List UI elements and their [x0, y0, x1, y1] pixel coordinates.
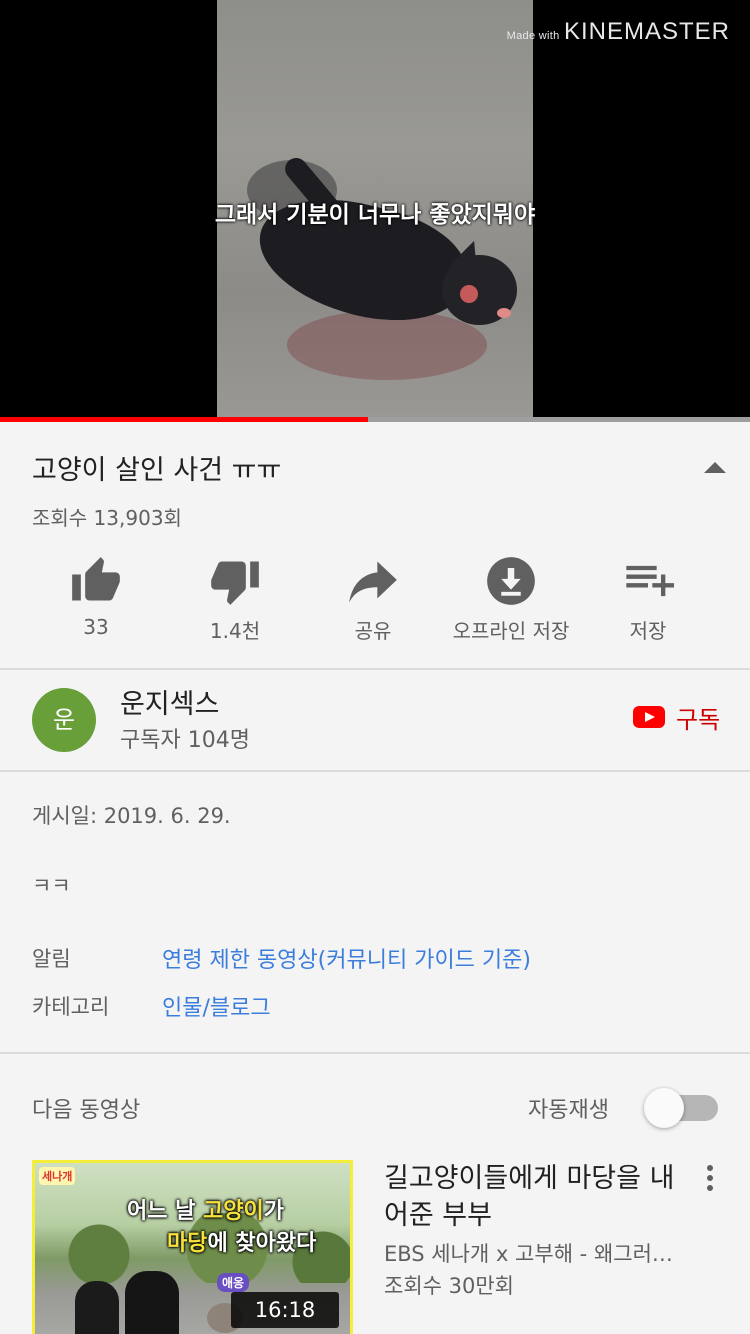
subscribe-label: 구독: [676, 705, 721, 734]
next-video-views: 조회수 30만회: [384, 1274, 514, 1298]
thumb-caption-highlight: 고양이: [203, 1199, 264, 1224]
like-button[interactable]: 33: [26, 555, 166, 639]
thumb-caption-highlight: 마당: [167, 1231, 208, 1256]
autoplay-label: 자동재생: [528, 1098, 609, 1123]
divider: [0, 668, 750, 670]
like-count: 33: [83, 615, 109, 639]
category-link[interactable]: 인물/블로그: [162, 990, 271, 1022]
channel-avatar[interactable]: 운: [32, 688, 96, 752]
dislike-count: 1.4천: [209, 619, 261, 643]
thumb-caption-part: 에 찾아왔다: [207, 1231, 317, 1256]
thumb-caption-line2: 마당에 찾아왔다: [167, 1225, 316, 1257]
kinemaster-watermark: Made with KINEMASTER: [507, 18, 730, 46]
collapse-chevron-icon[interactable]: [704, 462, 726, 473]
video-player[interactable]: Made with KINEMASTER 그래서 기분이 너무나 좋았지뭐야: [0, 0, 750, 422]
published-date: 게시일: 2019. 6. 29.: [32, 804, 231, 828]
show-logo: 세나개: [39, 1167, 76, 1185]
subscriber-count: 구독자 104명: [120, 728, 250, 753]
cat-mouth: [497, 308, 511, 318]
share-button[interactable]: 공유: [303, 555, 443, 644]
thumb-person: [75, 1281, 119, 1334]
watermark-prefix: Made with: [506, 30, 560, 42]
dislike-button[interactable]: 1.4천: [165, 555, 305, 644]
download-icon: [487, 557, 535, 605]
divider: [0, 1052, 750, 1054]
next-video-channel: EBS 세나개 x 고부해 - 왜그러…: [384, 1242, 673, 1266]
share-label: 공유: [354, 619, 392, 643]
description-body: ㅋㅋ: [32, 874, 71, 898]
save-button[interactable]: 저장: [578, 555, 718, 644]
thumbs-up-icon: [72, 557, 120, 601]
share-icon: [349, 561, 397, 603]
thumb-caption-part: 어느 날: [127, 1199, 204, 1224]
offline-save-label: 오프라인 저장: [452, 619, 570, 643]
frame-stain: [287, 310, 487, 380]
add-to-playlist-icon: [626, 565, 674, 597]
save-label: 저장: [629, 619, 667, 643]
notice-link[interactable]: 연령 제한 동영상(커뮤니티 가이드 기준): [162, 942, 531, 974]
channel-name[interactable]: 운지섹스: [120, 682, 219, 721]
video-duration: 16:18: [231, 1292, 339, 1328]
more-options-icon[interactable]: [703, 1165, 717, 1195]
youtube-logo-icon: [633, 706, 665, 728]
up-next-heading: 다음 동영상: [32, 1098, 141, 1123]
subscribe-button[interactable]: 구독: [633, 700, 720, 734]
view-count: 조회수 13,903회: [32, 506, 182, 530]
offline-save-button[interactable]: 오프라인 저장: [441, 555, 581, 644]
next-video-title[interactable]: 길고양이들에게 마당을 내어준 부부: [384, 1160, 684, 1234]
category-label: 카테고리: [32, 995, 110, 1019]
video-title: 고양이 살인 사건 ㅠㅠ: [32, 455, 282, 486]
progress-bar[interactable]: [0, 417, 750, 422]
thumb-caption-line1: 어느 날 고양이가: [127, 1193, 284, 1225]
autoplay-toggle-knob[interactable]: [644, 1088, 684, 1128]
watermark-brand: KINEMASTER: [563, 18, 730, 45]
cat-eye: [460, 285, 478, 303]
progress-fill: [0, 417, 368, 422]
thumb-caption-part: 가: [263, 1199, 285, 1224]
thumb-person: [125, 1271, 179, 1334]
divider: [0, 770, 750, 772]
video-subtitle: 그래서 기분이 너무나 좋았지뭐야: [214, 202, 536, 228]
notice-label: 알림: [32, 947, 71, 971]
thumbs-down-icon: [211, 561, 259, 605]
thumb-sticker: 애옹: [217, 1273, 250, 1292]
